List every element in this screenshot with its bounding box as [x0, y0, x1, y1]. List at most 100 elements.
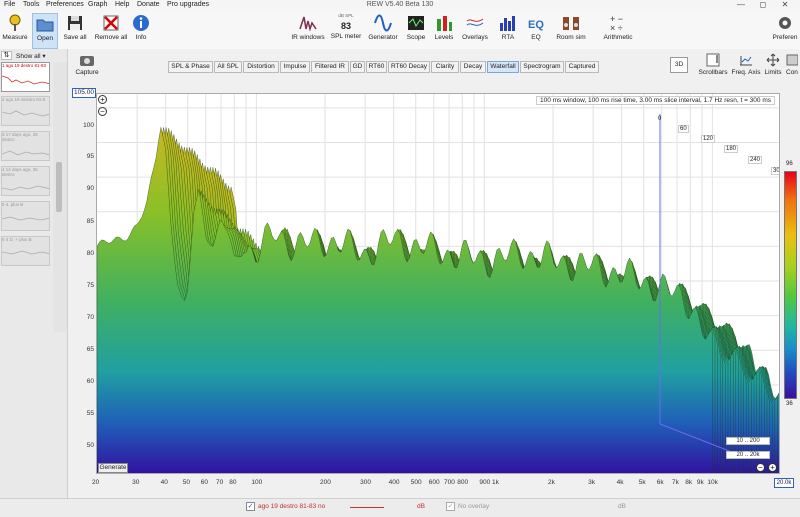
x-tick: 50: [182, 479, 190, 486]
x-tick: 80: [229, 479, 237, 486]
menu-donate[interactable]: Donate: [137, 1, 160, 8]
x-tick: 400: [388, 479, 400, 486]
colorbar-bottom-label: 36: [786, 401, 793, 407]
close-icon[interactable]: ✕: [774, 0, 796, 9]
x-zoom-in-icon[interactable]: +: [768, 463, 777, 472]
ir-windows-button[interactable]: IR windows: [289, 13, 327, 49]
info-icon: [133, 15, 149, 31]
waterfall-plot[interactable]: 100 ms window, 100 ms rise time, 3.00 ms…: [96, 93, 780, 474]
overlay-checkbox[interactable]: ✓: [446, 502, 455, 511]
camera-icon: [80, 56, 94, 66]
y-tick: 60: [86, 378, 94, 385]
x-tick: 3k: [588, 479, 596, 486]
arithmetic-button[interactable]: + − × ÷ Arithmetic: [600, 13, 636, 49]
tab-decay[interactable]: Decay: [460, 61, 486, 73]
menu-file[interactable]: File: [4, 1, 15, 8]
x-tick: 20: [92, 479, 100, 486]
capture-button[interactable]: Capture: [72, 53, 102, 76]
show-all-dropdown[interactable]: Show all ▾: [16, 52, 46, 60]
scope-button[interactable]: Scope: [404, 13, 428, 49]
overlays-button[interactable]: Overlays: [460, 13, 490, 49]
spl-meter-button[interactable]: dB SPL 83 SPL meter: [330, 13, 362, 49]
y-tick: 80: [86, 250, 94, 257]
folder-icon: [36, 19, 54, 32]
zoom-in-icon[interactable]: +: [98, 95, 107, 104]
scrollbars-button[interactable]: Scrollbars: [698, 53, 728, 76]
top-value-field[interactable]: 105.00: [72, 88, 96, 98]
freq-axis-button[interactable]: Freq. Axis: [731, 53, 761, 76]
levels-button[interactable]: Levels: [433, 13, 455, 49]
x-zoom-out-icon[interactable]: −: [756, 463, 765, 472]
save-all-button[interactable]: Save all: [61, 13, 89, 49]
remove-all-button[interactable]: Remove all: [93, 13, 129, 49]
x-tick: 6k: [656, 479, 664, 486]
freq-range-field[interactable]: 20 .. 20k: [726, 451, 770, 459]
menu-pro-upgrades[interactable]: Pro upgrades: [167, 1, 209, 8]
measurement-thumb-5[interactable]: 5 4. plus B: [1, 201, 50, 231]
tab-impulse[interactable]: Impulse: [280, 61, 310, 73]
3d-toggle-button[interactable]: 3D: [670, 57, 688, 73]
thumb-graph-icon: [2, 250, 49, 255]
tab-spectrogram[interactable]: Spectrogram: [520, 61, 564, 73]
controls-icon: [786, 54, 799, 66]
room-sim-button[interactable]: Room sim: [556, 13, 586, 49]
x-tick: 4k: [616, 479, 624, 486]
ir-windows-icon: [299, 16, 317, 32]
x-tick: 600: [428, 479, 440, 486]
tab-gd[interactable]: GD: [350, 61, 365, 73]
controls-button[interactable]: Con: [786, 53, 800, 76]
tab-rt60-decay[interactable]: RT60 Decay: [388, 61, 430, 73]
tab-waterfall[interactable]: Waterfall: [487, 61, 519, 73]
measure-button[interactable]: Measure: [1, 13, 29, 49]
sort-button[interactable]: ⇅: [1, 51, 12, 60]
rta-button[interactable]: RTA: [497, 13, 519, 49]
overlays-icon: [466, 18, 484, 26]
x-tick: 70: [216, 479, 224, 486]
sidebar-scroll-thumb[interactable]: [56, 162, 62, 212]
eq-icon: EQ: [528, 19, 544, 31]
tab-distortion[interactable]: Distortion: [243, 61, 279, 73]
tab-captured[interactable]: Captured: [565, 61, 599, 73]
menu-help[interactable]: Help: [115, 1, 129, 8]
measurement-checkbox[interactable]: ✓: [246, 502, 255, 511]
spl-meter-icon: SPL meter: [330, 33, 362, 40]
status-bar: ✓ ago 19 destro 81-83 no dB ✓ No overlay…: [0, 498, 800, 517]
open-button[interactable]: Open: [32, 13, 58, 49]
minimize-icon[interactable]: —: [730, 0, 752, 9]
tab-clarity[interactable]: Clarity: [431, 61, 459, 73]
x-tick: 800: [457, 479, 469, 486]
tab-spl-phase[interactable]: SPL & Phase: [168, 61, 213, 73]
generate-button[interactable]: Generate: [98, 463, 128, 473]
y-tick: 50: [86, 442, 94, 449]
menu-tools[interactable]: Tools: [23, 1, 39, 8]
arithmetic-icon: + −× ÷: [610, 14, 623, 33]
menu-preferences[interactable]: Preferences: [46, 1, 84, 8]
limits-button[interactable]: Limits: [762, 53, 784, 76]
menu-graph[interactable]: Graph: [88, 1, 107, 8]
time-range-field[interactable]: 10 .. 200: [726, 437, 770, 445]
measurement-thumb-1[interactable]: 1 ago 19 destro 81-83: [1, 62, 50, 92]
info-button[interactable]: Info: [131, 13, 151, 49]
preferences-icon: [779, 17, 791, 29]
tab-all-spl[interactable]: All SPL: [214, 61, 242, 73]
zoom-out-icon[interactable]: −: [98, 107, 107, 116]
measurement-thumb-3[interactable]: 3 17 days ago, 36 destro: [1, 131, 50, 161]
waterfall-slices: [97, 127, 779, 473]
y-tick: 55: [86, 410, 94, 417]
sidebar-scrollbar[interactable]: [53, 62, 67, 332]
generator-button[interactable]: Generator: [367, 13, 399, 49]
x-tick: 7k: [672, 479, 679, 486]
eq-button[interactable]: EQ EQ: [525, 13, 547, 49]
x-max-field[interactable]: 20.0k: [774, 478, 794, 488]
status-overlay-unit: dB: [618, 503, 626, 510]
measurement-thumb-6[interactable]: 6 4 D. + plus B: [1, 236, 50, 266]
preferences-button[interactable]: Preferen: [770, 13, 800, 49]
measurement-thumb-2[interactable]: 2 ago 19 sinistro 81-8: [1, 96, 50, 126]
status-measurement: ago 19 destro 81-83 no: [258, 503, 326, 510]
measurement-thumb-4[interactable]: 4 14 days ago, 36 destro: [1, 166, 50, 196]
tab-rt60[interactable]: RT60: [366, 61, 387, 73]
freq-axis-icon: [740, 56, 752, 66]
tab-filtered-ir[interactable]: Filtered IR: [311, 61, 349, 73]
maximize-icon[interactable]: ◻: [752, 0, 774, 9]
time-tick: 300: [771, 167, 779, 175]
